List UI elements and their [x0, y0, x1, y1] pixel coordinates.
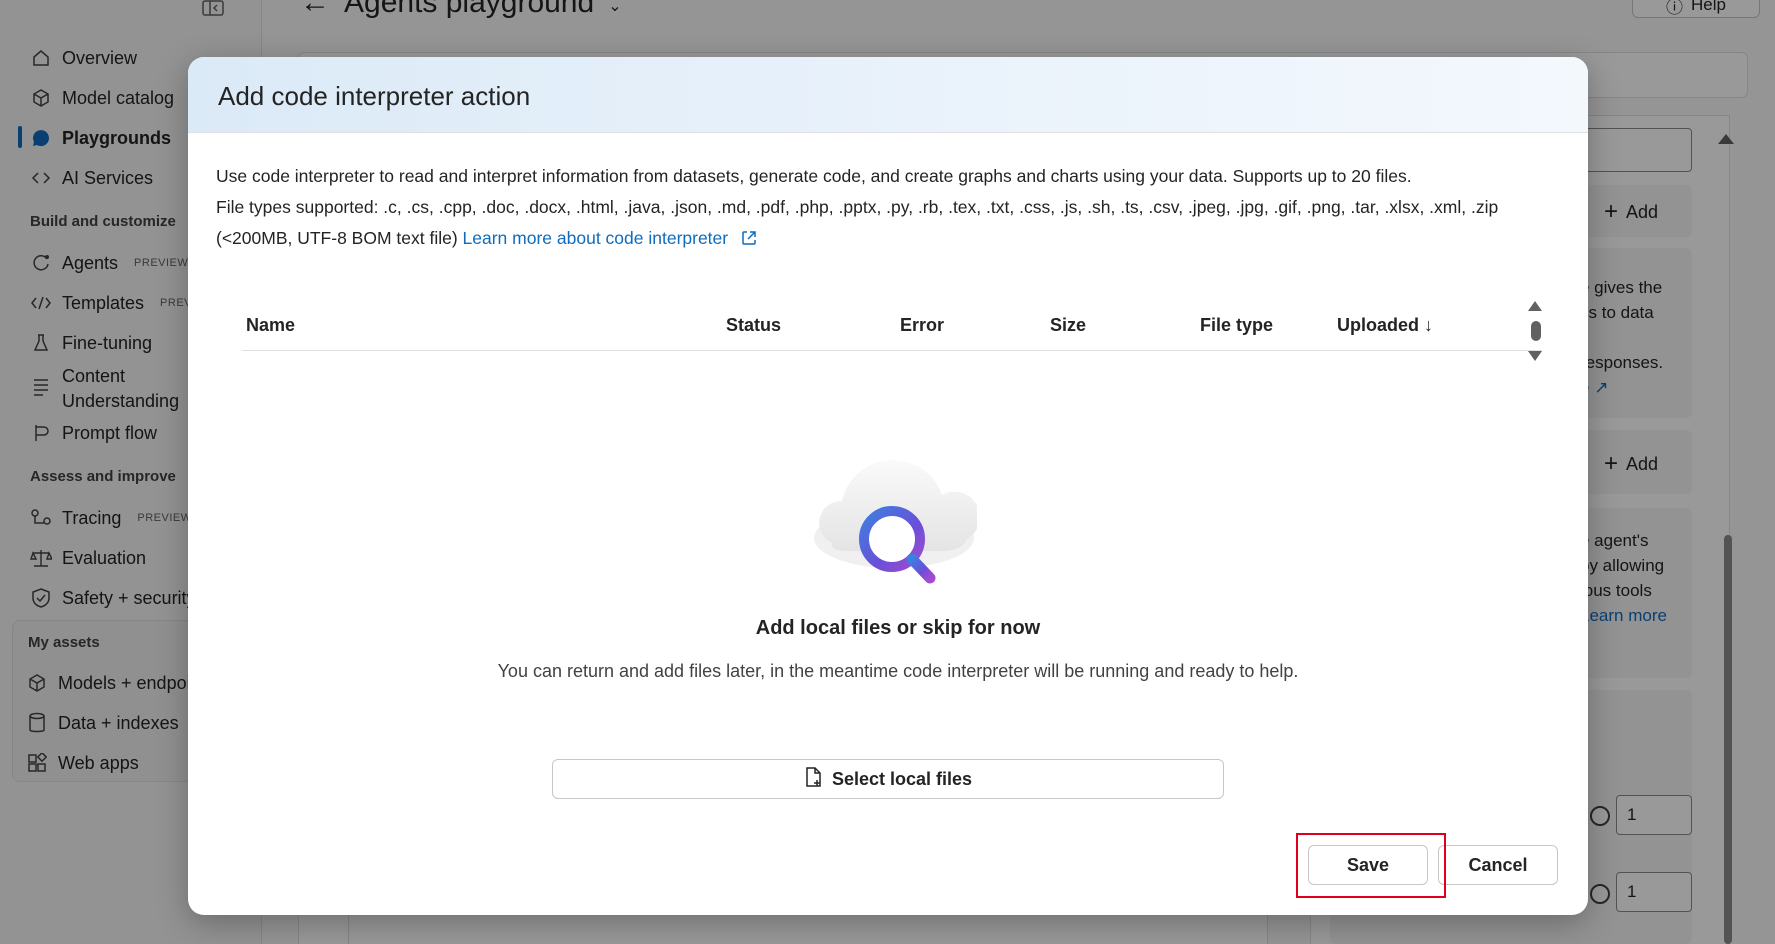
- column-status[interactable]: Status: [726, 315, 781, 336]
- empty-state-subtitle: You can return and add files later, in t…: [497, 661, 1299, 681]
- learn-more-link[interactable]: Learn more about code interpreter: [463, 228, 729, 248]
- code-interpreter-dialog: Add code interpreter action Use code int…: [188, 57, 1588, 915]
- dialog-description: Use code interpreter to read and interpr…: [216, 161, 1566, 256]
- file-types-line: File types supported: .c, .cs, .cpp, .do…: [216, 197, 1499, 217]
- column-uploaded[interactable]: Uploaded ↓: [1337, 315, 1433, 336]
- document-add-icon: [804, 766, 822, 792]
- scroll-thumb[interactable]: [1531, 321, 1541, 341]
- dialog-header: Add code interpreter action: [188, 57, 1588, 133]
- column-size[interactable]: Size: [1050, 315, 1086, 336]
- dialog-title: Add code interpreter action: [218, 81, 531, 111]
- cancel-button[interactable]: Cancel: [1438, 845, 1558, 885]
- cloud-search-illustration: [812, 443, 980, 593]
- save-highlight-box: [1296, 833, 1446, 898]
- file-limits: (<200MB, UTF-8 BOM text file): [216, 228, 458, 248]
- scroll-up-arrow[interactable]: [1528, 301, 1542, 311]
- table-scrollbar[interactable]: [1526, 301, 1546, 371]
- column-file-type[interactable]: File type: [1200, 315, 1273, 336]
- external-link-icon: [741, 225, 757, 256]
- select-local-files-label: Select local files: [831, 768, 973, 789]
- select-local-files-button[interactable]: Select local files: [552, 759, 1224, 799]
- column-name[interactable]: Name: [246, 315, 295, 336]
- scroll-down-arrow[interactable]: [1528, 351, 1542, 361]
- files-table-header: Name Status Error Size File type Uploade…: [242, 301, 1542, 351]
- column-error[interactable]: Error: [900, 315, 944, 336]
- description-line: Use code interpreter to read and interpr…: [216, 166, 1412, 186]
- empty-state-title: Add local files or skip for now: [755, 617, 1041, 639]
